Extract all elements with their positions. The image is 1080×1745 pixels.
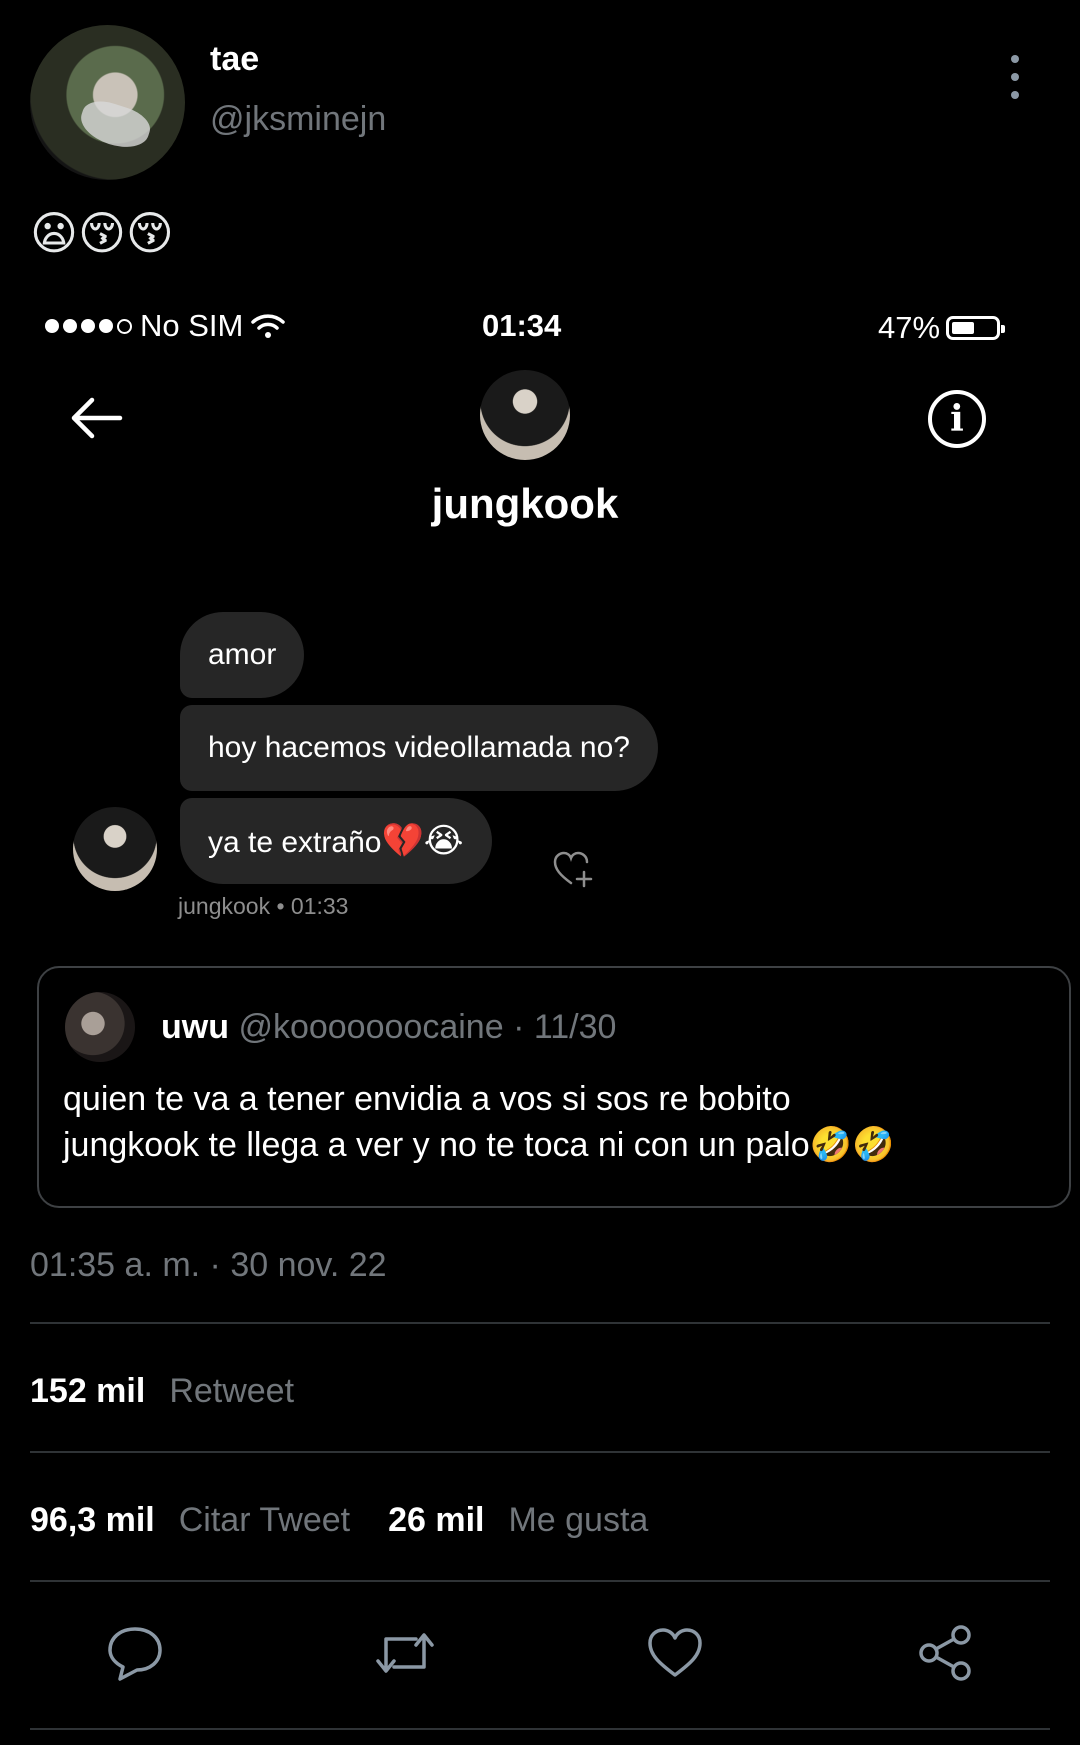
- quote-count: 96,3 mil: [30, 1501, 155, 1539]
- battery-icon: [946, 316, 1006, 340]
- message-bubble[interactable]: ya te extraño💔😭: [180, 798, 492, 884]
- quoted-line-2: jungkook te llega a ver y no te toca ni …: [63, 1126, 895, 1164]
- tweet-timestamp: 01:35 a. m. · 30 nov. 22: [30, 1246, 387, 1284]
- wifi-icon: [251, 314, 286, 338]
- sender-avatar[interactable]: [73, 807, 157, 891]
- info-icon[interactable]: i: [928, 390, 986, 448]
- author-handle[interactable]: @jksminejn: [210, 100, 386, 139]
- share-icon: [919, 1625, 971, 1681]
- message-bubble[interactable]: hoy hacemos videollamada no?: [180, 705, 658, 791]
- quoted-date: · 11/30: [513, 1008, 617, 1046]
- share-button[interactable]: [910, 1618, 980, 1688]
- quoted-tweet-card[interactable]: uwu @kooooooocaine · 11/30 quien te va a…: [37, 966, 1071, 1208]
- screenshot-status-bar: No SIM 01:34 47%: [0, 300, 1080, 350]
- quoted-handle: @kooooooocaine: [238, 1008, 504, 1046]
- quoted-tweet-text: quien te va a tener envidia a vos si sos…: [63, 1076, 1053, 1168]
- carrier: No SIM: [45, 308, 286, 344]
- quote-label[interactable]: Citar Tweet: [179, 1501, 350, 1540]
- signal-icon: [45, 318, 132, 334]
- author-avatar[interactable]: [30, 25, 185, 180]
- reply-button[interactable]: [100, 1618, 170, 1688]
- quoted-line-1: quien te va a tener envidia a vos si sos…: [63, 1080, 791, 1118]
- carrier-label: No SIM: [140, 308, 244, 343]
- retweet-button[interactable]: [370, 1618, 440, 1688]
- quoted-avatar[interactable]: [65, 992, 135, 1062]
- author-name[interactable]: tae: [210, 40, 259, 79]
- retweet-label[interactable]: Retweet: [169, 1372, 294, 1411]
- like-icon: [648, 1628, 702, 1677]
- like-button[interactable]: [640, 1618, 710, 1688]
- message-bubble[interactable]: amor: [180, 612, 305, 698]
- quote-like-stats: 96,3 mil Citar Tweet 26 mil Me gusta: [30, 1501, 648, 1540]
- message-emoji: 💔😭: [381, 821, 464, 861]
- like-count: 26 mil: [388, 1501, 485, 1539]
- retweet-icon: [376, 1633, 434, 1673]
- reply-icon: [108, 1627, 162, 1681]
- divider: [30, 1451, 1050, 1453]
- quoted-tweet-header: uwu @kooooooocaine · 11/30: [161, 1008, 616, 1047]
- battery-percent: 47%: [878, 310, 941, 345]
- divider: [30, 1728, 1050, 1730]
- retweet-count: 152 mil: [30, 1372, 146, 1410]
- divider: [30, 1580, 1050, 1582]
- battery: 47%: [878, 310, 1006, 346]
- heart-add-icon[interactable]: [552, 850, 594, 888]
- status-time: 01:34: [482, 308, 562, 343]
- back-arrow-icon[interactable]: [68, 395, 124, 441]
- dm-header-name[interactable]: jungkook: [0, 480, 1050, 528]
- tweet-text: 😦😚😚: [30, 206, 174, 260]
- retweet-stats[interactable]: 152 mil Retweet: [30, 1372, 294, 1411]
- quoted-name: uwu: [161, 1008, 229, 1046]
- message-meta: jungkook • 01:33: [178, 893, 349, 919]
- divider: [30, 1322, 1050, 1324]
- more-vert-icon[interactable]: [1005, 55, 1025, 99]
- dm-header-avatar[interactable]: [480, 370, 570, 460]
- like-label[interactable]: Me gusta: [508, 1501, 648, 1540]
- message-text: ya te extraño: [208, 826, 382, 859]
